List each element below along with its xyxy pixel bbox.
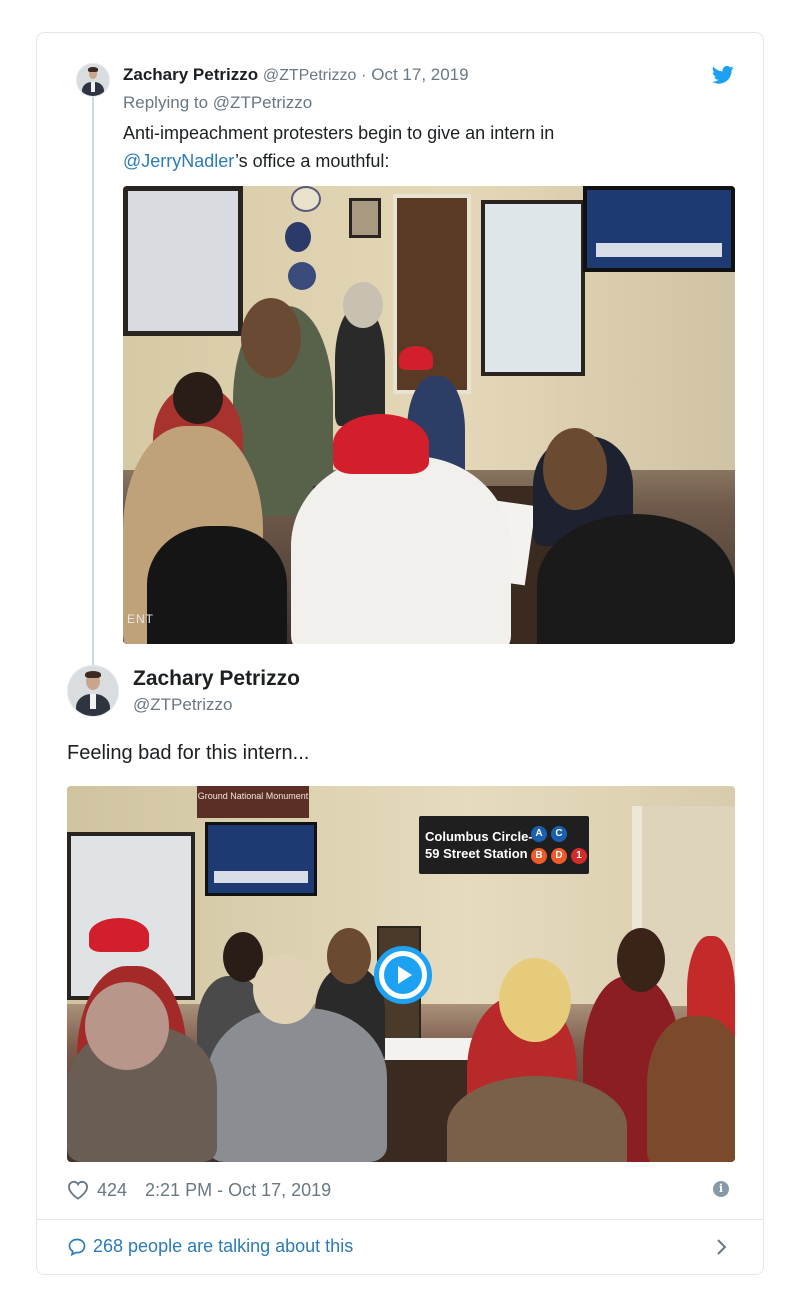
twitter-bird-icon[interactable] — [712, 65, 734, 85]
subway-badge-c: C — [551, 826, 567, 842]
replying-label: Replying to — [123, 93, 209, 112]
heart-icon[interactable] — [67, 1180, 89, 1200]
quoted-video[interactable]: Ground National Monument Columbus Circle… — [67, 786, 735, 1162]
tweet-text: Anti-impeachment protesters begin to giv… — [123, 119, 683, 175]
subway-sign: Columbus Circle- 59 Street Station A C B… — [419, 816, 589, 874]
replying-to-link[interactable]: @ZTPetrizzo — [213, 93, 312, 112]
mention-link[interactable]: @JerryNadler — [123, 151, 235, 171]
quoted-tweet-text: Feeling bad for this intern... — [67, 742, 310, 764]
tweet-photo[interactable]: ENT — [123, 186, 735, 644]
subway-badge-a: A — [531, 826, 547, 842]
like-count[interactable]: 424 — [97, 1180, 127, 1201]
footer-divider — [37, 1219, 763, 1220]
subway-badge-1: 1 — [571, 848, 587, 864]
conversation-link-label: 268 people are talking about this — [93, 1236, 354, 1256]
author-handle[interactable]: @ZTPetrizzo — [263, 67, 357, 84]
video-plaque: Ground National Monument — [197, 786, 309, 818]
replying-to: Replying to @ZTPetrizzo — [123, 93, 312, 113]
conversation-link[interactable]: 268 people are talking about this — [67, 1236, 353, 1257]
chevron-right-icon[interactable] — [715, 1237, 729, 1257]
play-icon — [384, 956, 422, 994]
quoted-author-name[interactable]: Zachary Petrizzo — [133, 667, 300, 691]
tweet-header: Zachary Petrizzo @ZTPetrizzo · Oct 17, 2… — [123, 65, 469, 85]
separator-dot: · — [361, 67, 367, 84]
tweet-date[interactable]: Oct 17, 2019 — [371, 65, 468, 84]
embedded-tweet-card: Zachary Petrizzo @ZTPetrizzo · Oct 17, 2… — [36, 32, 764, 1275]
comment-bubble-icon — [68, 1238, 86, 1256]
tweet-text-part: Anti-impeachment protesters begin to giv… — [123, 123, 555, 143]
tweet-timestamp[interactable]: 2:21 PM - Oct 17, 2019 — [145, 1180, 331, 1201]
info-icon[interactable]: i — [713, 1181, 729, 1197]
play-button[interactable] — [374, 946, 432, 1004]
photo-watermark: ENT — [127, 612, 154, 626]
author-avatar[interactable] — [76, 63, 110, 97]
subway-badge-d: D — [551, 848, 567, 864]
author-name[interactable]: Zachary Petrizzo — [123, 65, 258, 84]
thread-line — [92, 97, 94, 697]
quoted-author-handle[interactable]: @ZTPetrizzo — [133, 695, 232, 715]
tweet-text-part: ’s office a mouthful: — [234, 151, 390, 171]
subway-badge-b: B — [531, 848, 547, 864]
tweet-footer-meta: 424 2:21 PM - Oct 17, 2019 — [67, 1178, 331, 1202]
quoted-author-avatar[interactable] — [67, 665, 119, 717]
